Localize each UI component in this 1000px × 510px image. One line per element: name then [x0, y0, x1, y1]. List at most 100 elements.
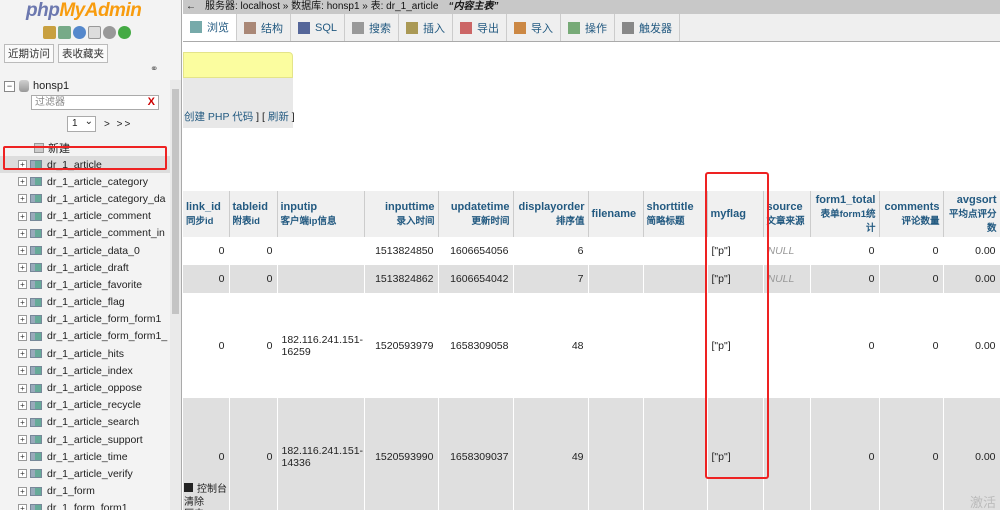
column-name[interactable]: displayorder: [517, 201, 584, 213]
cell-filename[interactable]: [588, 237, 644, 265]
cell-shorttitle[interactable]: [643, 265, 708, 293]
column-header-comments[interactable]: comments 评论数量: [879, 191, 944, 237]
column-header-form1_total[interactable]: form1_total 表单form1统计: [810, 191, 880, 237]
column-name[interactable]: comments: [883, 201, 939, 213]
table-row[interactable]: 0 0 1513824850 1606654056 6 ["p"] NULL 0 0 0.00: [183, 237, 1000, 265]
cell-inputtime[interactable]: 1513824850: [364, 237, 439, 265]
favorites-tab[interactable]: 表收藏夹: [58, 44, 108, 63]
cell-inputtime[interactable]: 1513824862: [364, 265, 439, 293]
nav-table-name[interactable]: dr_1_article_hits: [47, 348, 124, 360]
cell-source[interactable]: [763, 293, 811, 398]
expand-icon[interactable]: +: [18, 503, 27, 510]
home-icon[interactable]: [43, 26, 56, 39]
cell-tableid[interactable]: 0: [229, 237, 278, 265]
nav-table-item[interactable]: + dr_1_article_oppose: [0, 379, 170, 396]
expand-icon[interactable]: +: [18, 246, 27, 256]
column-name[interactable]: tableid: [233, 201, 274, 213]
expand-icon[interactable]: +: [18, 435, 27, 445]
column-name[interactable]: form1_total: [814, 194, 876, 206]
column-header-displayorder[interactable]: displayorder 排序值: [513, 191, 589, 237]
cell-inputip[interactable]: [277, 237, 365, 265]
refresh-link[interactable]: 刷新: [268, 111, 289, 123]
db-tree-item[interactable]: − honsp1: [4, 80, 69, 92]
cell-inputip[interactable]: 182.116.241.151-14336: [277, 398, 365, 510]
cell-link_id[interactable]: 0: [183, 265, 230, 293]
cell-comments[interactable]: 0: [879, 237, 944, 265]
nav-table-name[interactable]: dr_1_article_search: [47, 416, 139, 428]
column-header-source[interactable]: source 文章来源: [763, 191, 811, 237]
cell-form1_total[interactable]: 0: [810, 293, 880, 398]
nav-table-name[interactable]: dr_1_article_draft: [47, 262, 129, 274]
cell-source[interactable]: [763, 398, 811, 510]
column-name[interactable]: inputtime: [368, 201, 435, 213]
column-header-inputip[interactable]: inputip 客户端ip信息: [277, 191, 365, 237]
cell-avgsort[interactable]: 0.00: [943, 265, 1000, 293]
nav-table-name[interactable]: dr_1_article_comment: [47, 210, 151, 222]
column-header-tableid[interactable]: tableid 附表id: [229, 191, 278, 237]
console-history[interactable]: 历史: [184, 505, 204, 510]
expand-icon[interactable]: +: [18, 280, 27, 290]
cell-avgsort[interactable]: 0.00: [943, 237, 1000, 265]
nav-table-name[interactable]: dr_1_article_index: [47, 365, 133, 377]
cell-updatetime[interactable]: 1606654042: [438, 265, 514, 293]
tab-insert[interactable]: 插入: [399, 14, 454, 41]
cell-tableid[interactable]: 0: [229, 265, 278, 293]
column-header-inputtime[interactable]: inputtime 录入时间: [364, 191, 439, 237]
tab-import[interactable]: 导入: [507, 14, 562, 41]
tab-export[interactable]: 导出: [453, 14, 508, 41]
back-arrow-icon[interactable]: ←: [183, 0, 199, 14]
expand-icon[interactable]: +: [18, 366, 27, 376]
nav-table-name[interactable]: dr_1_article_category_da: [47, 193, 166, 205]
nav-table-name[interactable]: dr_1_form_form1: [47, 502, 128, 510]
help-icon[interactable]: [73, 26, 86, 39]
table-row[interactable]: 0 0 1513824862 1606654042 7 ["p"] NULL 0 0 0.00: [183, 265, 1000, 293]
table-row[interactable]: 0 0 182.116.241.151-16259 1520593979 1658309…: [183, 293, 1000, 398]
cell-updatetime[interactable]: 1658309037: [438, 398, 514, 510]
nav-table-name[interactable]: dr_1_article_comment_in: [47, 227, 165, 239]
tab-sql[interactable]: SQL: [291, 14, 346, 41]
nav-table-item[interactable]: + dr_1_article_category_da: [0, 190, 170, 207]
nav-table-item[interactable]: + dr_1_article_index: [0, 362, 170, 379]
nav-table-item[interactable]: + dr_1_article_form_form1: [0, 311, 170, 328]
cell-displayorder[interactable]: 48: [513, 293, 589, 398]
collapse-icon[interactable]: −: [4, 80, 15, 92]
cell-inputip[interactable]: 182.116.241.151-16259: [277, 293, 365, 398]
nav-table-name[interactable]: dr_1_article_oppose: [47, 382, 142, 394]
reload-icon[interactable]: [118, 26, 131, 39]
column-name[interactable]: avgsort: [947, 194, 997, 206]
nav-table-name[interactable]: dr_1_article_data_0: [47, 245, 140, 257]
expand-icon[interactable]: +: [18, 263, 27, 273]
column-name[interactable]: updatetime: [442, 201, 510, 213]
clear-filter-icon[interactable]: X: [148, 96, 155, 109]
nav-table-name[interactable]: dr_1_article_form_form1: [47, 313, 161, 325]
nav-table-item[interactable]: + dr_1_article_verify: [0, 465, 170, 482]
cell-source[interactable]: NULL: [763, 237, 811, 265]
column-header-shorttitle[interactable]: shorttitle 简略标题: [643, 191, 708, 237]
nav-table-item[interactable]: + dr_1_article_form_form1_: [0, 328, 170, 345]
nav-table-item[interactable]: + dr_1_article_favorite: [0, 276, 170, 293]
cell-displayorder[interactable]: 7: [513, 265, 589, 293]
nav-table-name[interactable]: dr_1_form: [47, 485, 95, 497]
cell-filename[interactable]: [588, 293, 644, 398]
recent-tab[interactable]: 近期访问: [4, 44, 54, 63]
expand-icon[interactable]: +: [18, 469, 27, 479]
cell-filename[interactable]: [588, 265, 644, 293]
cell-updatetime[interactable]: 1606654056: [438, 237, 514, 265]
expand-icon[interactable]: +: [18, 417, 27, 427]
column-header-updatetime[interactable]: updatetime 更新时间: [438, 191, 514, 237]
nav-table-name[interactable]: dr_1_article_time: [47, 451, 128, 463]
nav-table-name[interactable]: dr_1_article_recycle: [47, 399, 141, 411]
nav-table-item[interactable]: + dr_1_form: [0, 483, 170, 500]
table-row[interactable]: 0 0 182.116.241.151-14336 1520593990 1658309…: [183, 398, 1000, 510]
cell-form1_total[interactable]: 0: [810, 237, 880, 265]
expand-icon[interactable]: +: [18, 314, 27, 324]
nav-table-item[interactable]: + dr_1_article_comment: [0, 208, 170, 225]
tab-search[interactable]: 搜索: [345, 14, 400, 41]
expand-icon[interactable]: +: [18, 400, 27, 410]
cell-tableid[interactable]: 0: [229, 398, 278, 510]
column-name[interactable]: inputip: [281, 201, 361, 213]
expand-icon[interactable]: +: [18, 297, 27, 307]
nav-table-name[interactable]: dr_1_article_verify: [47, 468, 133, 480]
link-chain-icon[interactable]: ⚭: [150, 64, 158, 75]
column-name[interactable]: source: [767, 201, 807, 213]
